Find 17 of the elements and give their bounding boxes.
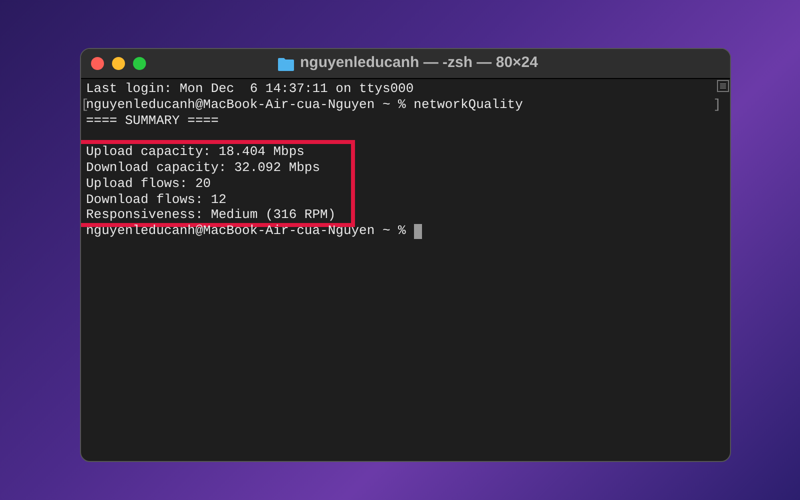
- scrollbar-toggle-icon[interactable]: [717, 80, 729, 92]
- close-button[interactable]: [91, 57, 104, 70]
- result-line: Upload capacity: 18.404 Mbps: [86, 144, 306, 160]
- summary-heading: ==== SUMMARY ====: [86, 112, 219, 128]
- result-line: Download flows: 12: [86, 192, 228, 208]
- result-line: Responsiveness: Medium (316 RPM): [86, 207, 337, 224]
- folder-icon: [278, 56, 294, 70]
- result-line: Download capacity: 32.092 Mbps: [86, 160, 322, 176]
- command-line: nguyenleducanh@MacBook-Air-cua-Nguyen ~ % networkQuality: [86, 96, 523, 113]
- mark-bracket: [: [81, 96, 86, 113]
- terminal-line: Last login: Mon Dec 6 14:37:11 on ttys000: [86, 81, 414, 97]
- shell-prompt: nguyenleducanh@MacBook-Air-cua-Nguyen ~ %: [86, 223, 407, 239]
- window-title: nguyenleducanh — -zsh — 80×24: [300, 53, 538, 74]
- mark-bracket: ]: [713, 96, 721, 113]
- minimize-button[interactable]: [112, 57, 125, 70]
- result-line: Upload flows: 20: [86, 176, 212, 192]
- zoom-button[interactable]: [133, 57, 146, 70]
